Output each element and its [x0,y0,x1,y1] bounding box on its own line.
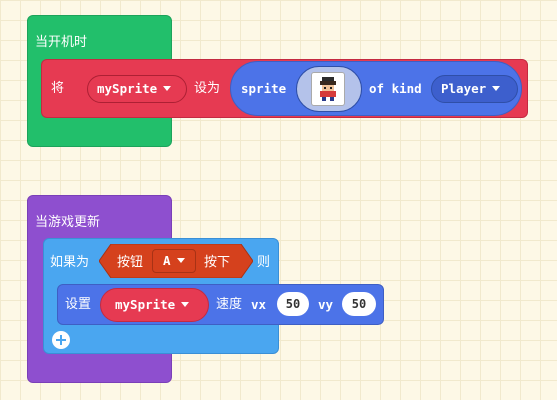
dropdown-caret-icon [176,258,185,264]
set-variable-block[interactable]: 将 mySprite 设为 sprite of kind Player [41,59,528,118]
kind-dropdown[interactable]: Player [431,75,518,103]
vx-label: vx [251,297,267,312]
sprite-pixel-art [320,77,336,101]
variable-name: mySprite [97,81,158,96]
to-label: 设为 [194,81,221,96]
sprite-variable-reporter[interactable]: mySprite [100,288,209,322]
dropdown-caret-icon [492,86,501,92]
dropdown-caret-icon [163,86,172,92]
set-label: 将 [51,81,65,96]
kind-name: Player [441,81,487,96]
on-start-label: 当开机时 [35,35,88,50]
vy-input[interactable]: 50 [342,292,376,316]
variable-dropdown[interactable]: mySprite [87,75,187,103]
if-label: 如果为 [50,255,90,270]
sprite-image-picker[interactable] [296,66,362,112]
vx-input[interactable]: 50 [277,292,309,316]
button-label: 按钮 [117,255,144,270]
button-value: A [163,253,171,268]
add-else-icon[interactable] [52,331,70,349]
set-label: 设置 [65,297,92,312]
of-kind-label: of kind [369,81,422,96]
dropdown-caret-icon [181,302,190,308]
sprite-variable-name: mySprite [115,297,176,312]
sprite-of-kind-block[interactable]: sprite of kind Player [230,61,522,116]
sprite-image-icon [311,72,345,106]
sprite-label: sprite [241,81,287,96]
vy-label: vy [318,297,334,312]
velocity-label: 速度 [216,297,243,312]
on-game-update-label: 当游戏更新 [35,215,101,230]
then-label: 则 [257,255,271,270]
set-velocity-block[interactable]: 设置 mySprite 速度 vx 50 vy 50 [57,284,384,325]
button-dropdown[interactable]: A [152,249,196,273]
pressed-label: 按下 [204,255,231,270]
